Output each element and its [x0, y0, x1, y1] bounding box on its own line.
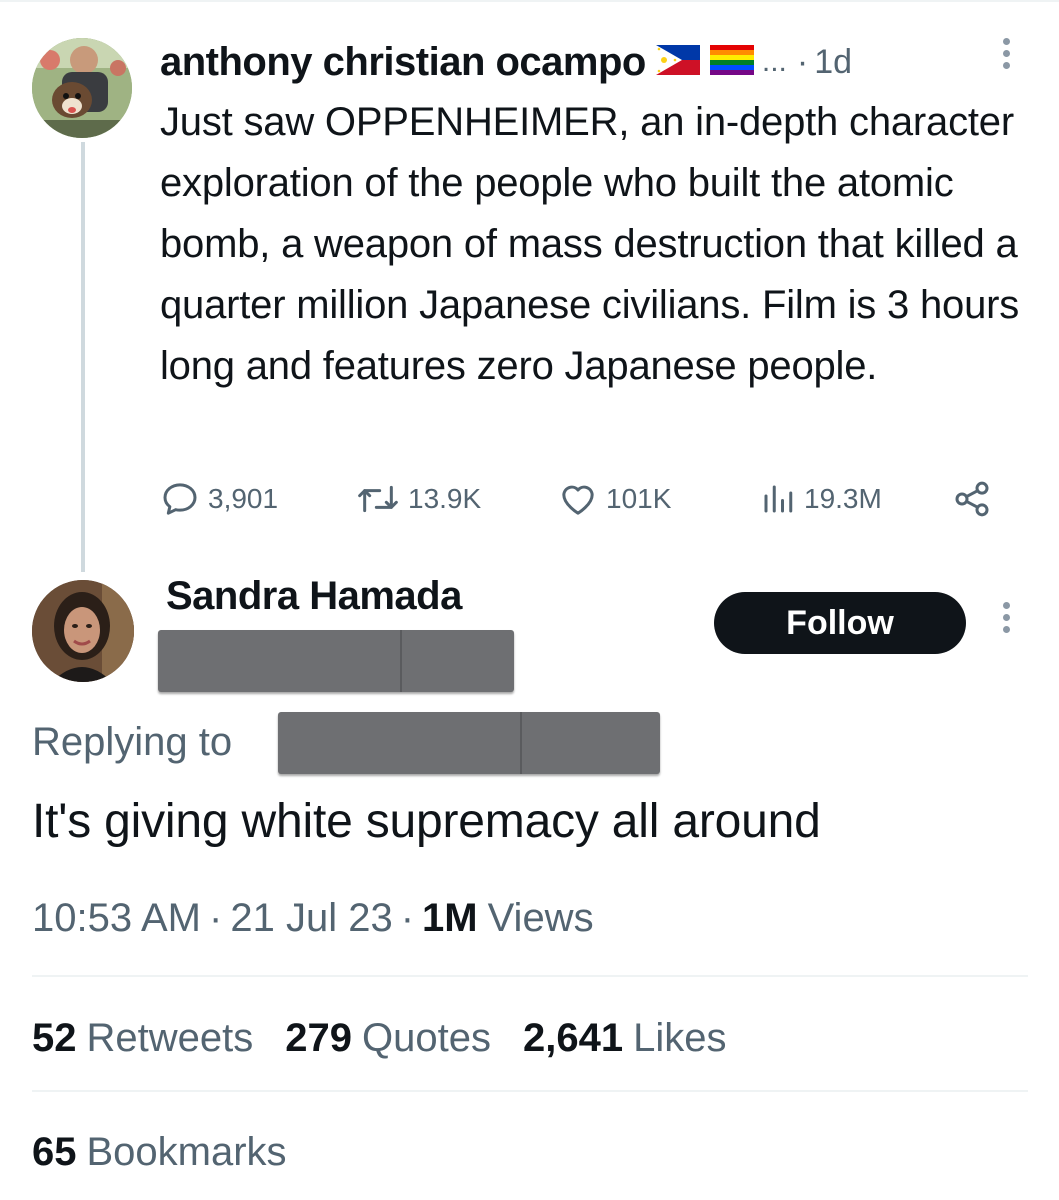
reply-button[interactable]: 3,901 — [160, 474, 278, 524]
more-vertical-icon[interactable] — [996, 38, 1016, 78]
replying-to-label: Replying to — [32, 719, 233, 764]
reply-text: It's giving white supremacy all around — [32, 795, 821, 848]
views-button[interactable]: 19.3M — [760, 474, 882, 524]
views-label: Views — [487, 895, 594, 940]
share-button[interactable] — [952, 474, 992, 524]
header-separator: · — [796, 42, 809, 81]
tweet-age[interactable]: 1d — [814, 43, 852, 82]
author-name[interactable]: anthony christian ocampo — [160, 40, 646, 85]
views-icon — [764, 485, 793, 513]
share-icon — [955, 481, 989, 517]
thread-connector-line — [81, 142, 85, 572]
engagement-stats: 52 Retweets 279 Quotes 2,641 Likes — [32, 1010, 758, 1066]
retweets-label: Retweets — [86, 1015, 254, 1060]
top-divider — [0, 0, 1059, 2]
likes-label: Likes — [633, 1015, 727, 1060]
tweet-actions: 3,901 13.9K 101K 19.3M — [160, 474, 1000, 524]
tweet-meta: 10:53 AM · 21 Jul 23 · 1M Views — [32, 890, 594, 946]
retweets-count: 52 — [32, 1015, 77, 1060]
likes-count: 2,641 — [522, 1015, 624, 1060]
redacted-handle — [158, 630, 514, 692]
rainbow-flag-icon — [709, 44, 754, 80]
divider — [32, 975, 1028, 977]
avatar[interactable] — [32, 580, 134, 682]
views-count: 19.3M — [804, 483, 882, 514]
heart-icon — [562, 485, 594, 515]
avatar-photo-icon — [32, 38, 132, 138]
avatar[interactable] — [32, 38, 132, 138]
retweets-stat[interactable]: 52 Retweets — [32, 1016, 253, 1061]
redacted-replying-to-handle — [278, 712, 660, 774]
follow-button[interactable]: Follow — [714, 592, 966, 654]
meta-separator: · — [400, 895, 415, 940]
views-count: 1M — [422, 895, 478, 940]
reply-icon — [163, 483, 197, 515]
retweet-count: 13.9K — [408, 483, 482, 514]
likes-stat[interactable]: 2,641 Likes — [523, 1016, 727, 1061]
bookmarks-count: 65 — [32, 1129, 77, 1174]
quotes-count: 279 — [285, 1015, 352, 1060]
retweet-button[interactable]: 13.9K — [356, 474, 481, 524]
meta-separator: · — [209, 895, 223, 940]
tweet-date[interactable]: 21 Jul 23 — [230, 896, 392, 941]
tweet-header: anthony christian ocampo ... · 1d — [160, 32, 852, 92]
reply-author-name[interactable]: Sandra Hamada — [166, 574, 462, 619]
like-count: 101K — [606, 483, 672, 514]
like-button[interactable]: 101K — [558, 474, 671, 524]
philippines-flag-icon — [655, 44, 700, 80]
tweet-text: Just saw OPPENHEIMER, an in-depth charac… — [160, 100, 1020, 388]
more-vertical-icon[interactable] — [996, 602, 1016, 642]
reply-count: 3,901 — [208, 483, 279, 514]
avatar-photo-icon — [32, 580, 134, 682]
divider — [32, 1090, 1028, 1092]
quotes-label: Quotes — [362, 1015, 491, 1060]
quotes-stat[interactable]: 279 Quotes — [285, 1016, 491, 1061]
bookmarks-label: Bookmarks — [86, 1129, 287, 1174]
name-truncation: ... — [761, 45, 787, 78]
bookmarks-stat[interactable]: 65 Bookmarks — [32, 1124, 287, 1180]
retweet-icon — [358, 485, 398, 513]
tweet-time[interactable]: 10:53 AM — [32, 896, 201, 941]
